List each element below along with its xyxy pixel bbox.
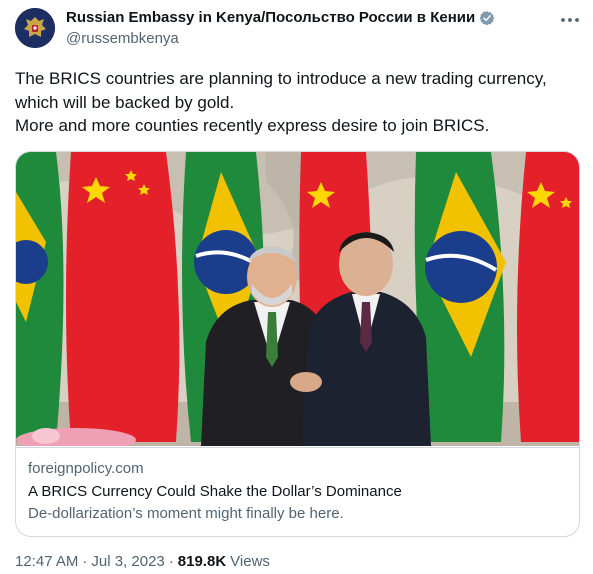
card-image — [16, 152, 579, 446]
verified-badge-icon[interactable] — [479, 10, 495, 26]
tweet-meta: 12:47 AM · Jul 3, 2023 · 819.8K Views — [15, 553, 270, 570]
meta-separator: · — [82, 553, 88, 570]
tweet-time[interactable]: 12:47 AM — [15, 553, 78, 570]
card-meta: foreignpolicy.com A BRICS Currency Could… — [16, 447, 579, 536]
author-handle[interactable]: @russembkenya — [66, 30, 179, 47]
more-options-icon[interactable] — [558, 8, 582, 32]
author-name-row: Russian Embassy in Kenya/Посольство Росс… — [66, 9, 495, 26]
meta-separator: · — [168, 553, 174, 570]
card-title: A BRICS Currency Could Shake the Dollar’… — [28, 483, 402, 500]
card-domain: foreignpolicy.com — [28, 460, 144, 477]
tweet-date[interactable]: Jul 3, 2023 — [91, 553, 164, 570]
views-count: 819.8K — [177, 553, 227, 570]
author-display-name[interactable]: Russian Embassy in Kenya/Посольство Росс… — [66, 9, 475, 26]
tweet-text: The BRICS countries are planning to intr… — [15, 67, 580, 138]
card-description: De-dollarization’s moment might finally … — [28, 505, 344, 522]
link-card[interactable]: foreignpolicy.com A BRICS Currency Could… — [15, 151, 580, 537]
avatar[interactable] — [15, 8, 55, 48]
views-label: Views — [230, 553, 270, 570]
tweet-text-line: which will be backed by gold. — [15, 92, 235, 112]
coat-of-arms-icon — [15, 8, 55, 48]
tweet-text-line: The BRICS countries are planning to intr… — [15, 69, 547, 88]
tweet-text-line: More and more counties recently express … — [15, 116, 490, 135]
